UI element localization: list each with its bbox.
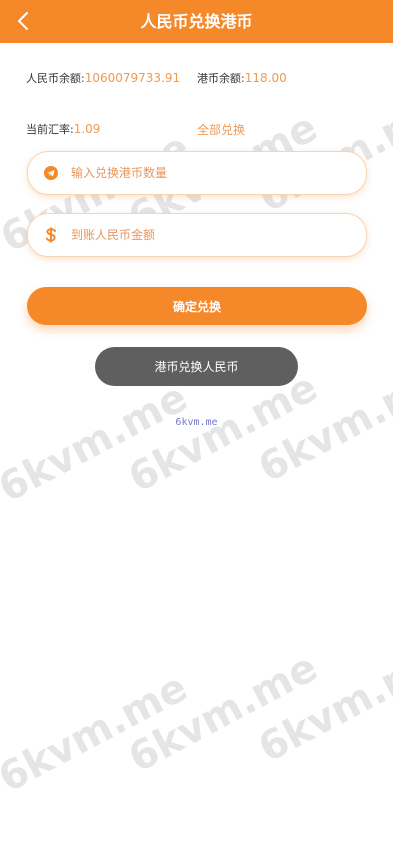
- watermark-text: 6kvm.me: [0, 664, 195, 802]
- watermark-text: 6kvm.me: [0, 374, 195, 512]
- footer-text: 6kvm.me: [175, 417, 218, 428]
- watermark-text: 6kvm.me: [121, 644, 325, 782]
- balance-row: 人民币余额:1060079733.91 港币余额:118.00: [26, 70, 376, 86]
- hkd-balance: 港币余额:118.00: [197, 70, 287, 86]
- rmb-amount-field[interactable]: [27, 213, 367, 257]
- hkd-balance-value: 118.00: [244, 71, 287, 85]
- rate-row: 当前汇率:1.09 全部兑换: [26, 121, 376, 137]
- watermark-text: 6kvm.me: [251, 634, 393, 772]
- rmb-balance: 人民币余额:1060079733.91: [26, 70, 180, 86]
- hkd-amount-input[interactable]: [71, 153, 366, 193]
- exchange-all-link[interactable]: 全部兑换: [197, 121, 245, 138]
- rmb-balance-value: 1060079733.91: [84, 71, 181, 85]
- header-bar: 人民币兑换港币: [0, 0, 393, 43]
- rmb-balance-label: 人民币余额:: [26, 72, 85, 85]
- exchange-rate-value: 1.09: [73, 122, 101, 136]
- page-title: 人民币兑换港币: [140, 12, 253, 31]
- hkd-balance-label: 港币余额:: [197, 72, 245, 85]
- hkd-amount-field[interactable]: [27, 151, 367, 195]
- switch-direction-button[interactable]: 港币兑换人民币: [95, 347, 298, 386]
- rmb-amount-input[interactable]: [71, 215, 366, 255]
- dollar-icon: [43, 227, 59, 243]
- exchange-rate-label: 当前汇率:: [26, 123, 74, 136]
- telegram-icon: [43, 165, 59, 181]
- confirm-exchange-button[interactable]: 确定兑换: [27, 287, 367, 325]
